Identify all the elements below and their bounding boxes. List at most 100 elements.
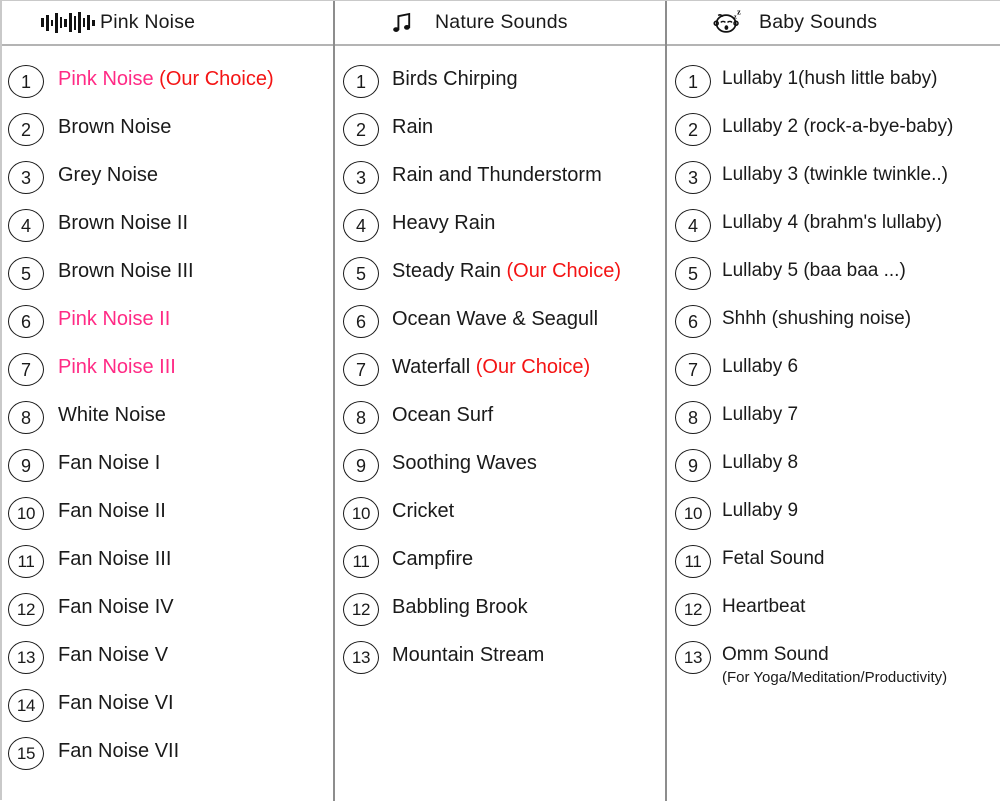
list-item[interactable]: 2 Rain (343, 111, 665, 159)
svg-text:z: z (734, 13, 737, 21)
item-label-text: Pink Noise III (58, 356, 176, 378)
item-label-text: Soothing Waves (392, 452, 537, 474)
item-label: Heartbeat (722, 591, 805, 619)
list-item[interactable]: 14 Fan Noise VI (8, 687, 333, 735)
item-number-badge: 11 (675, 545, 711, 578)
list-item[interactable]: 6 Pink Noise II (8, 303, 333, 351)
list-item[interactable]: 6 Shhh (shushing noise) (675, 303, 1000, 351)
column-title: Baby Sounds (759, 11, 878, 33)
item-number-badge: 6 (675, 305, 711, 338)
music-note-icon (385, 8, 421, 38)
list-item[interactable]: 11 Fetal Sound (675, 543, 1000, 591)
item-number-badge: 1 (675, 65, 711, 98)
item-number-badge: 1 (343, 65, 379, 98)
list-baby-sounds: 1 Lullaby 1(hush little baby) 2 Lullaby 2 (… (667, 46, 1000, 801)
list-item[interactable]: 13 Fan Noise V (8, 639, 333, 687)
list-item[interactable]: 5 Steady Rain (Our Choice) (343, 255, 665, 303)
item-label-text: Campfire (392, 548, 474, 570)
item-label: Soothing Waves (392, 447, 537, 475)
list-item[interactable]: 10 Fan Noise II (8, 495, 333, 543)
item-label-text: Mountain Stream (392, 644, 545, 666)
list-item[interactable]: 13 Omm Sound (For Yoga/Meditation/Producti… (675, 639, 1000, 699)
item-label-text: Lullaby 1(hush little baby) (722, 68, 938, 89)
list-item[interactable]: 8 Ocean Surf (343, 399, 665, 447)
list-item[interactable]: 7 Pink Noise III (8, 351, 333, 399)
list-item[interactable]: 11 Fan Noise III (8, 543, 333, 591)
item-label: Mountain Stream (392, 639, 544, 667)
list-nature-sounds: 1 Birds Chirping 2 Rain 3 Rain and Thundersto… (335, 46, 665, 801)
item-label: Lullaby 1(hush little baby) (722, 63, 937, 91)
list-item[interactable]: 2 Lullaby 2 (rock-a-bye-baby) (675, 111, 1000, 159)
item-label-text: Lullaby 5 (baa baa ...) (722, 260, 906, 281)
item-number-badge: 11 (343, 545, 379, 578)
waveform-icon (41, 8, 95, 38)
item-label: Ocean Wave & Seagull (392, 303, 598, 331)
list-item[interactable]: 8 White Noise (8, 399, 333, 447)
item-label-text: Grey Noise (58, 164, 159, 186)
list-item[interactable]: 3 Lullaby 3 (twinkle twinkle..) (675, 159, 1000, 207)
item-number-badge: 4 (343, 209, 379, 242)
list-item[interactable]: 15 Fan Noise VII (8, 735, 333, 783)
list-pink-noise: 1 Pink Noise (Our Choice) 2 Brown Noise 3 Gre… (2, 46, 333, 801)
list-item[interactable]: 13 Mountain Stream (343, 639, 665, 687)
item-label-text: Pink Noise (58, 68, 160, 90)
list-item[interactable]: 6 Ocean Wave & Seagull (343, 303, 665, 351)
item-number-badge: 4 (675, 209, 711, 242)
item-label-text: Heartbeat (722, 596, 806, 617)
list-item[interactable]: 2 Brown Noise (8, 111, 333, 159)
item-label: Cricket (392, 495, 454, 523)
list-item[interactable]: 12 Heartbeat (675, 591, 1000, 639)
item-label: Fan Noise IV (58, 591, 174, 619)
list-item[interactable]: 4 Heavy Rain (343, 207, 665, 255)
column-header-nature-sounds: Nature Sounds (335, 1, 665, 46)
list-item[interactable]: 9 Lullaby 8 (675, 447, 1000, 495)
item-number-badge: 3 (675, 161, 711, 194)
list-item[interactable]: 1 Birds Chirping (343, 63, 665, 111)
item-label-text: Omm Sound (722, 644, 829, 665)
list-item[interactable]: 1 Pink Noise (Our Choice) (8, 63, 333, 111)
item-number-badge: 9 (8, 449, 44, 482)
item-label-text: Ocean Wave & Seagull (392, 308, 599, 330)
item-number-badge: 13 (8, 641, 44, 674)
list-item[interactable]: 11 Campfire (343, 543, 665, 591)
item-label: Birds Chirping (392, 63, 518, 91)
list-item[interactable]: 3 Grey Noise (8, 159, 333, 207)
list-item[interactable]: 5 Lullaby 5 (baa baa ...) (675, 255, 1000, 303)
item-label-text: Fan Noise VI (58, 692, 174, 714)
item-label-text: Birds Chirping (392, 68, 518, 90)
item-label: Fan Noise V (58, 639, 168, 667)
item-label-text: Fetal Sound (722, 548, 825, 569)
item-number-badge: 6 (8, 305, 44, 338)
item-label-text: Brown Noise III (58, 260, 194, 282)
list-item[interactable]: 8 Lullaby 7 (675, 399, 1000, 447)
list-item[interactable]: 10 Cricket (343, 495, 665, 543)
item-label: Lullaby 2 (rock-a-bye-baby) (722, 111, 953, 139)
list-item[interactable]: 12 Fan Noise IV (8, 591, 333, 639)
list-item[interactable]: 9 Fan Noise I (8, 447, 333, 495)
item-label: White Noise (58, 399, 166, 427)
item-number-badge: 3 (8, 161, 44, 194)
list-item[interactable]: 5 Brown Noise III (8, 255, 333, 303)
item-number-badge: 2 (8, 113, 44, 146)
list-item[interactable]: 4 Brown Noise II (8, 207, 333, 255)
sound-categories-table: Pink Noise 1 Pink Noise (Our Choice) 2 Brow… (0, 0, 1000, 801)
item-label: Fan Noise II (58, 495, 166, 523)
item-label-text: Lullaby 2 (rock-a-bye-baby) (722, 116, 954, 137)
list-item[interactable]: 9 Soothing Waves (343, 447, 665, 495)
item-label: Shhh (shushing noise) (722, 303, 911, 331)
list-item[interactable]: 12 Babbling Brook (343, 591, 665, 639)
list-item[interactable]: 7 Lullaby 6 (675, 351, 1000, 399)
list-item[interactable]: 4 Lullaby 4 (brahm's lullaby) (675, 207, 1000, 255)
item-label: Grey Noise (58, 159, 158, 187)
list-item[interactable]: 3 Rain and Thunderstorm (343, 159, 665, 207)
item-label-text: White Noise (58, 404, 166, 426)
list-item[interactable]: 10 Lullaby 9 (675, 495, 1000, 543)
item-label: Lullaby 5 (baa baa ...) (722, 255, 906, 283)
list-item[interactable]: 1 Lullaby 1(hush little baby) (675, 63, 1000, 111)
item-label: Pink Noise II (58, 303, 170, 331)
item-label-text: Ocean Surf (392, 404, 494, 426)
column-baby-sounds: z z Baby Sounds 1 Lullaby 1(hush little b… (667, 1, 1000, 801)
list-item[interactable]: 7 Waterfall (Our Choice) (343, 351, 665, 399)
item-label: Lullaby 8 (722, 447, 798, 475)
column-header-pink-noise: Pink Noise (2, 1, 333, 46)
